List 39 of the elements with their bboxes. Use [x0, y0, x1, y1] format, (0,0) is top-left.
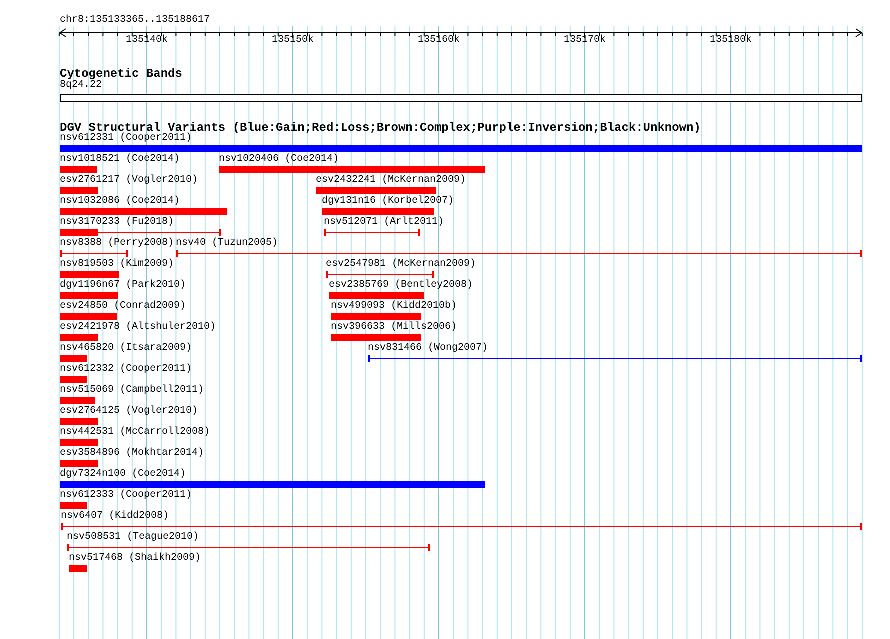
feature-label: esv2385769 (Bentley2008) — [329, 280, 474, 292]
ruler-label: chr8:135133365..135188617 — [60, 15, 210, 27]
feature-label: dgv1196n67 (Park2010) — [60, 280, 186, 292]
feature-label: nsv508531 (Teague2010) — [67, 532, 200, 544]
feature-label: esv2547981 (McKernan2009) — [326, 259, 476, 271]
band-label: 8q24.22 — [60, 80, 102, 92]
feature-label: nsv1032086 (Coe2014) — [60, 196, 180, 208]
feature-label: nsv1018521 (Coe2014) — [60, 154, 180, 166]
feature-label: nsv517468 (Shaikh2009) — [69, 553, 202, 565]
tick-label: 135170k — [562, 35, 607, 47]
track-title: Cytogenetic Bands — [60, 67, 182, 81]
feature-label: esv2761217 (Vogler2010) — [60, 175, 198, 187]
feature-label: nsv465820 (Itsara2009) — [60, 343, 192, 355]
feature-label: nsv831466 (Wong2007) — [368, 343, 488, 355]
feature-label: esv3584896 (Mokhtar2014) — [60, 448, 204, 460]
feature-label: nsv3170233 (Fu2018) — [60, 217, 174, 229]
tick-label: 135160k — [416, 35, 461, 47]
feature-label: esv2421978 (Altshuler2010) — [60, 322, 216, 334]
feature-label: nsv515069 (Campbell2011) — [60, 385, 204, 397]
feature-label: esv2764125 (Vogler2010) — [60, 406, 198, 418]
feature-label: dgv131n16 (Korbel2007) — [322, 196, 454, 208]
feature-label: nsv1020406 (Coe2014) — [219, 154, 340, 166]
feature-label: nsv6407 (Kidd2008) — [61, 511, 170, 523]
feature-label: esv2432241 (McKernan2009) — [316, 175, 466, 187]
feature-label: nsv612333 (Cooper2011) — [60, 490, 192, 502]
feature-label: nsv442531 (McCarroll2008) — [60, 427, 210, 439]
feature-label: nsv499093 (Kidd2010b) — [331, 301, 458, 313]
feature-label: nsv512071 (Arlt2011) — [324, 217, 444, 229]
tick-label: 135140k — [124, 35, 169, 47]
feature-label: esv24850 (Conrad2009) — [60, 301, 186, 313]
feature-label: nsv612332 (Cooper2011) — [60, 364, 192, 376]
feature-label: dgv7324n100 (Coe2014) — [60, 469, 186, 481]
feature-label: nsv40 (Tuzun2005) — [176, 238, 278, 250]
feature-label: nsv396633 (Mills2006) — [331, 322, 458, 334]
feature-label: nsv819503 (Kim2009) — [60, 259, 174, 271]
feature-label: nsv8388 (Perry2008) — [60, 238, 174, 250]
feature-label: nsv612331 (Cooper2011) — [60, 133, 192, 145]
tick-label: 135150k — [270, 35, 315, 47]
tick-label: 135180k — [708, 35, 753, 47]
